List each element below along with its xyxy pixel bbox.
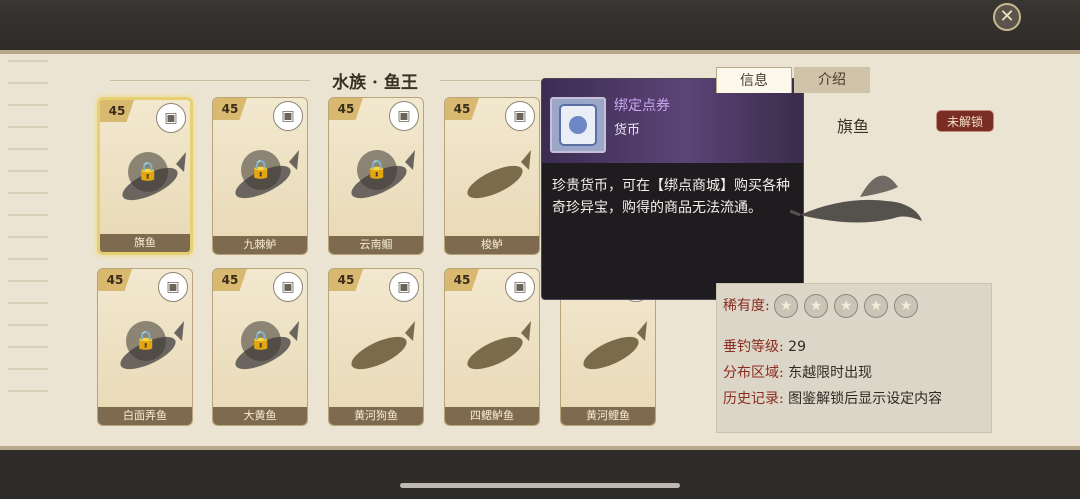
chest-icon[interactable]: ▣ (505, 101, 535, 131)
fish-card[interactable]: 45 ▣ 黄河狗鱼 (328, 268, 424, 426)
chest-icon[interactable]: ▣ (273, 101, 303, 131)
fish-card[interactable]: 45 ▣ 梭鲈 (444, 97, 540, 255)
fish-icon (583, 321, 647, 370)
rarity-stars: ★ ★ ★ ★ ★ (774, 294, 924, 318)
bottom-bar (0, 450, 1080, 499)
fish-card[interactable]: 45 ▣ 🔒 旗鱼 (97, 97, 193, 255)
chest-icon[interactable]: ▣ (156, 103, 186, 133)
star-icon: ★ (834, 294, 859, 318)
star-icon: ★ (894, 294, 919, 318)
fish-icon (351, 321, 415, 370)
fish-level-badge: 45 (213, 98, 247, 120)
fish-level-badge: 45 (213, 269, 247, 291)
home-indicator[interactable] (400, 483, 680, 488)
history-value: 图鉴解锁后显示设定内容 (788, 391, 943, 407)
level-row: 垂钓等级: 29 (723, 336, 806, 356)
fish-icon (467, 150, 531, 199)
chest-icon[interactable]: ▣ (273, 272, 303, 302)
fish-level-badge: 45 (98, 269, 132, 291)
fish-name-label: 九棘鲈 (213, 236, 307, 254)
fish-detail-panel: 信息 介绍 旗鱼 未解锁 稀有度: ★ ★ ★ ★ ★ 垂钓等级: 29 分布区域: 东… (690, 55, 1080, 445)
lock-icon: 🔒 (241, 150, 281, 190)
fish-name-label: 旗鱼 (100, 234, 190, 252)
fish-name-label: 云南鲴 (329, 236, 423, 254)
level-label: 垂钓等级: (723, 339, 784, 355)
lock-icon: 🔒 (126, 321, 166, 361)
chest-icon[interactable]: ▣ (505, 272, 535, 302)
fish-info-box: 稀有度: ★ ★ ★ ★ ★ 垂钓等级: 29 分布区域: 东越限时出现 历史记录: 图… (716, 283, 992, 433)
close-icon[interactable]: ✕ (993, 3, 1021, 31)
fish-name-label: 四鳃鲈鱼 (445, 407, 539, 425)
tooltip-item-type: 货币 (614, 123, 641, 138)
fish-name-label: 黄河狗鱼 (329, 407, 423, 425)
lock-icon: 🔒 (357, 150, 397, 190)
chest-icon[interactable]: ▣ (389, 272, 419, 302)
title-divider-right (440, 80, 540, 81)
fish-name-label: 梭鲈 (445, 236, 539, 254)
fish-icon (467, 321, 531, 370)
fish-level-badge: 45 (445, 98, 479, 120)
fish-level-badge: 45 (329, 269, 363, 291)
history-row: 历史记录: 图鉴解锁后显示设定内容 (723, 388, 942, 408)
tab-intro[interactable]: 介绍 (794, 67, 870, 93)
tab-info[interactable]: 信息 (716, 67, 792, 93)
tooltip-item-name: 绑定点券 (614, 98, 670, 114)
title-divider-left (110, 80, 310, 81)
fish-name-label: 大黄鱼 (213, 407, 307, 425)
top-bar (0, 0, 1080, 50)
fish-card[interactable]: 45 ▣ 四鳃鲈鱼 (444, 268, 540, 426)
voucher-scroll-icon (550, 97, 606, 153)
fish-level-badge: 45 (329, 98, 363, 120)
fish-card[interactable]: 45 ▣ 🔒 白面弄鱼 (97, 268, 193, 426)
fish-name-label: 白面弄鱼 (98, 407, 192, 425)
section-title: 水族 · 鱼王 (332, 73, 418, 93)
fish-card[interactable]: 45 ▣ 🔒 云南鲴 (328, 97, 424, 255)
level-value: 29 (788, 339, 806, 355)
star-icon: ★ (774, 294, 799, 318)
chest-icon[interactable]: ▣ (158, 272, 188, 302)
history-label: 历史记录: (723, 391, 784, 407)
lock-icon: 🔒 (128, 152, 168, 192)
rarity-label: 稀有度: (723, 298, 770, 314)
fish-level-badge: 45 (100, 100, 134, 122)
sailfish-illustration (789, 145, 930, 245)
fish-card[interactable]: 45 ▣ 🔒 九棘鲈 (212, 97, 308, 255)
area-label: 分布区域: (723, 365, 784, 381)
unlock-status-badge: 未解锁 (936, 110, 994, 132)
fish-level-badge: 45 (445, 269, 479, 291)
decorative-calligraphy (8, 60, 48, 400)
area-row: 分布区域: 东越限时出现 (723, 362, 872, 382)
chest-icon[interactable]: ▣ (389, 101, 419, 131)
fish-card[interactable]: 45 ▣ 🔒 大黄鱼 (212, 268, 308, 426)
rarity-row: 稀有度: ★ ★ ★ ★ ★ (723, 294, 924, 318)
detail-fish-name: 旗鱼 (836, 117, 869, 136)
fish-name-label: 黄河鲤鱼 (561, 407, 655, 425)
star-icon: ★ (864, 294, 889, 318)
area-value: 东越限时出现 (788, 365, 873, 381)
lock-icon: 🔒 (241, 321, 281, 361)
star-icon: ★ (804, 294, 829, 318)
